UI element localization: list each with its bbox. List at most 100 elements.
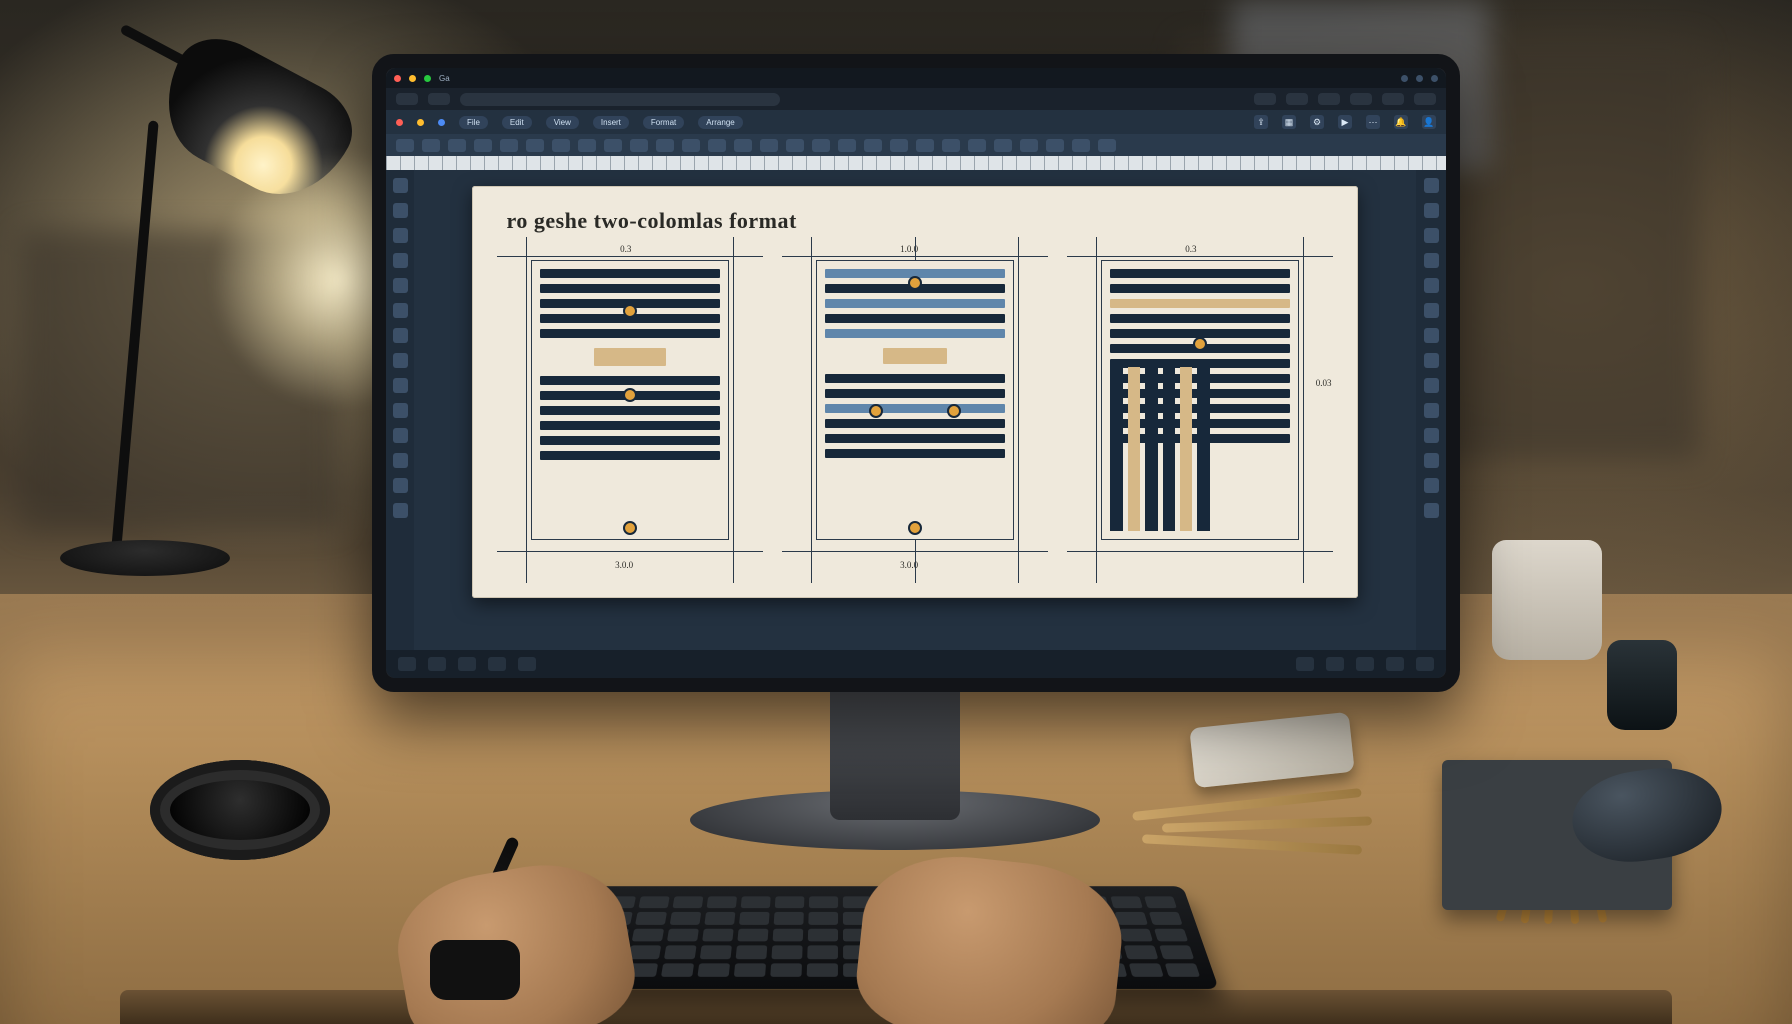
tool-icon[interactable]: [393, 203, 408, 218]
toolbar-button[interactable]: [890, 139, 908, 152]
tool-icon[interactable]: [393, 428, 408, 443]
more-icon[interactable]: ⋯: [1366, 115, 1380, 129]
toolbar-button[interactable]: [526, 139, 544, 152]
status-segment[interactable]: [1296, 657, 1314, 671]
toolbar-button[interactable]: [864, 139, 882, 152]
close-icon[interactable]: [394, 75, 401, 82]
tool-icon[interactable]: [393, 278, 408, 293]
tool-icon[interactable]: [393, 353, 408, 368]
panel-icon[interactable]: [1424, 478, 1439, 493]
addr-action-icon[interactable]: [1382, 93, 1404, 105]
toolbar-button[interactable]: [786, 139, 804, 152]
panel-icon[interactable]: [1424, 403, 1439, 418]
tool-icon[interactable]: [393, 328, 408, 343]
toolbar-button[interactable]: [942, 139, 960, 152]
status-segment[interactable]: [518, 657, 536, 671]
titlebar-action-icon[interactable]: [1401, 75, 1408, 82]
addr-action-icon[interactable]: [1350, 93, 1372, 105]
menu-item[interactable]: Arrange: [698, 116, 742, 129]
maximize-icon[interactable]: [424, 75, 431, 82]
tool-icon[interactable]: [393, 378, 408, 393]
grid-icon[interactable]: ▦: [1282, 115, 1296, 129]
toolbar-button[interactable]: [604, 139, 622, 152]
menu-item[interactable]: View: [546, 116, 579, 129]
status-segment[interactable]: [1416, 657, 1434, 671]
toolbar-button[interactable]: [1072, 139, 1090, 152]
status-segment[interactable]: [1386, 657, 1404, 671]
toolbar-button[interactable]: [1020, 139, 1038, 152]
tool-icon[interactable]: [393, 403, 408, 418]
layout-thumb-2[interactable]: 1.0.0: [792, 250, 1039, 570]
toolbar-button[interactable]: [474, 139, 492, 152]
toolbar-button[interactable]: [630, 139, 648, 152]
panel-icon[interactable]: [1424, 178, 1439, 193]
panel-icon[interactable]: [1424, 378, 1439, 393]
toolbar-button[interactable]: [422, 139, 440, 152]
tool-icon[interactable]: [393, 253, 408, 268]
toolbar-button[interactable]: [682, 139, 700, 152]
panel-icon[interactable]: [1424, 353, 1439, 368]
nav-back-icon[interactable]: [396, 93, 418, 105]
settings-icon[interactable]: ⚙: [1310, 115, 1324, 129]
toolbar-button[interactable]: [1098, 139, 1116, 152]
toolbar-button[interactable]: [708, 139, 726, 152]
toolbar-button[interactable]: [916, 139, 934, 152]
tool-icon[interactable]: [393, 453, 408, 468]
toolbar-button[interactable]: [734, 139, 752, 152]
share-icon[interactable]: ⇪: [1254, 115, 1268, 129]
status-segment[interactable]: [398, 657, 416, 671]
status-segment[interactable]: [428, 657, 446, 671]
status-segment[interactable]: [488, 657, 506, 671]
panel-icon[interactable]: [1424, 203, 1439, 218]
toolbar-button[interactable]: [448, 139, 466, 152]
document-page[interactable]: ro geshe two-colomlas format 0.3: [472, 186, 1357, 598]
toolbar-button[interactable]: [968, 139, 986, 152]
panel-icon[interactable]: [1424, 428, 1439, 443]
addr-action-icon[interactable]: [1414, 93, 1436, 105]
user-icon[interactable]: 👤: [1422, 115, 1436, 129]
addr-action-icon[interactable]: [1254, 93, 1276, 105]
menu-item[interactable]: Insert: [593, 116, 629, 129]
address-field[interactable]: [460, 93, 780, 106]
tool-icon[interactable]: [393, 178, 408, 193]
toolbar-button[interactable]: [1046, 139, 1064, 152]
layout-thumb-3[interactable]: 0.3 0.03: [1077, 250, 1324, 570]
status-segment[interactable]: [1356, 657, 1374, 671]
menu-item[interactable]: File: [459, 116, 488, 129]
tool-icon[interactable]: [393, 503, 408, 518]
layout-thumb-1[interactable]: 0.3: [506, 250, 753, 570]
toolbar-button[interactable]: [578, 139, 596, 152]
panel-icon[interactable]: [1424, 278, 1439, 293]
tool-icon[interactable]: [393, 228, 408, 243]
panel-icon[interactable]: [1424, 328, 1439, 343]
toolbar-button[interactable]: [760, 139, 778, 152]
toolbar-button[interactable]: [552, 139, 570, 152]
panel-icon[interactable]: [1424, 228, 1439, 243]
panel-icon[interactable]: [1424, 303, 1439, 318]
tool-icon[interactable]: [393, 303, 408, 318]
toolbar-button[interactable]: [500, 139, 518, 152]
canvas[interactable]: ro geshe two-colomlas format 0.3: [414, 170, 1416, 650]
toolbar-button[interactable]: [812, 139, 830, 152]
titlebar-action-icon[interactable]: [1416, 75, 1423, 82]
horizontal-ruler[interactable]: [386, 156, 1446, 170]
panel-icon[interactable]: [1424, 253, 1439, 268]
nav-forward-icon[interactable]: [428, 93, 450, 105]
toolbar-button[interactable]: [994, 139, 1012, 152]
menu-item[interactable]: Format: [643, 116, 684, 129]
titlebar-action-icon[interactable]: [1431, 75, 1438, 82]
menu-item[interactable]: Edit: [502, 116, 532, 129]
toolbar-button[interactable]: [838, 139, 856, 152]
toolbar-button[interactable]: [396, 139, 414, 152]
addr-action-icon[interactable]: [1318, 93, 1340, 105]
status-segment[interactable]: [458, 657, 476, 671]
toolbar-button[interactable]: [656, 139, 674, 152]
panel-icon[interactable]: [1424, 503, 1439, 518]
tool-icon[interactable]: [393, 478, 408, 493]
panel-icon[interactable]: [1424, 453, 1439, 468]
minimize-icon[interactable]: [409, 75, 416, 82]
status-segment[interactable]: [1326, 657, 1344, 671]
bell-icon[interactable]: 🔔: [1394, 115, 1408, 129]
addr-action-icon[interactable]: [1286, 93, 1308, 105]
play-icon[interactable]: ▶: [1338, 115, 1352, 129]
